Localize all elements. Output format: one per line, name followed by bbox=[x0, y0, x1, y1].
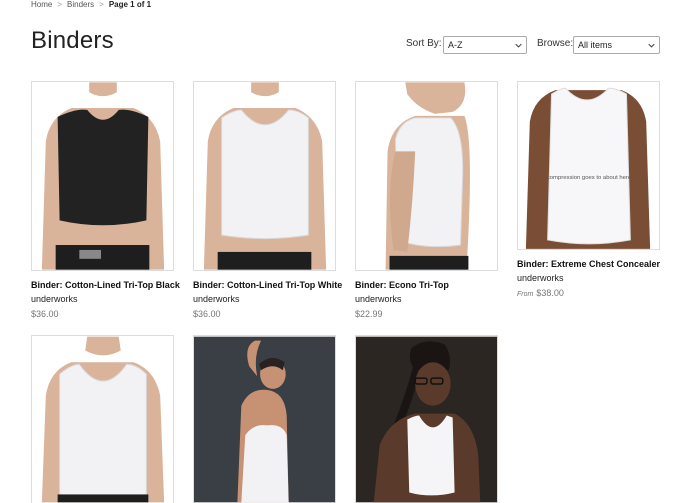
product-price: $22.99 bbox=[355, 309, 383, 319]
product-photo bbox=[356, 336, 497, 503]
breadcrumb-page-indicator: Page 1 of 1 bbox=[108, 0, 152, 9]
breadcrumb-separator: > bbox=[57, 0, 63, 9]
page-title: Binders bbox=[31, 27, 114, 54]
chevron-down-icon bbox=[648, 43, 655, 48]
chevron-down-icon bbox=[515, 43, 522, 48]
sort-label: Sort By: bbox=[406, 38, 442, 49]
product-price: From $38.00 bbox=[517, 288, 564, 298]
product-brand: underworks bbox=[517, 273, 564, 283]
product-name-link[interactable]: Binder: Cotton-Lined Tri-Top White bbox=[193, 280, 342, 290]
product-image[interactable] bbox=[355, 335, 498, 503]
product-image-caption: compression goes to about here bbox=[547, 175, 632, 181]
product-photo bbox=[32, 82, 173, 270]
product-image[interactable] bbox=[355, 81, 498, 271]
breadcrumb-section-link[interactable]: Binders bbox=[67, 0, 94, 9]
product-image[interactable] bbox=[31, 335, 174, 503]
sort-select-value: A-Z bbox=[448, 40, 463, 50]
product-price: $36.00 bbox=[31, 309, 59, 319]
breadcrumb: Home > Binders > Page 1 of 1 bbox=[31, 0, 151, 9]
browse-select[interactable]: All items bbox=[573, 36, 660, 54]
product-name-link[interactable]: Binder: Econo Tri-Top bbox=[355, 280, 449, 290]
product-image[interactable]: compression goes to about here bbox=[517, 81, 660, 250]
product-photo bbox=[32, 336, 173, 503]
product-price-value: $38.00 bbox=[536, 288, 564, 298]
browse-label: Browse: bbox=[537, 38, 574, 49]
product-brand: underworks bbox=[355, 294, 402, 304]
product-image[interactable] bbox=[31, 81, 174, 271]
product-name-link[interactable]: Binder: Extreme Chest Concealer bbox=[517, 259, 660, 269]
product-photo bbox=[194, 336, 335, 503]
browse-select-value: All items bbox=[578, 40, 613, 50]
breadcrumb-home-link[interactable]: Home bbox=[31, 0, 52, 9]
product-photo bbox=[356, 82, 497, 270]
product-name-link[interactable]: Binder: Cotton-Lined Tri-Top Black bbox=[31, 280, 180, 290]
product-photo: compression goes to about here bbox=[518, 82, 659, 249]
sort-select[interactable]: A-Z bbox=[443, 36, 527, 54]
product-brand: underworks bbox=[193, 294, 240, 304]
product-brand: underworks bbox=[31, 294, 78, 304]
product-photo bbox=[194, 82, 335, 270]
product-price: $36.00 bbox=[193, 309, 221, 319]
product-image[interactable] bbox=[193, 335, 336, 503]
product-image[interactable] bbox=[193, 81, 336, 271]
product-price-from: From bbox=[517, 291, 534, 298]
breadcrumb-separator: > bbox=[99, 0, 104, 9]
